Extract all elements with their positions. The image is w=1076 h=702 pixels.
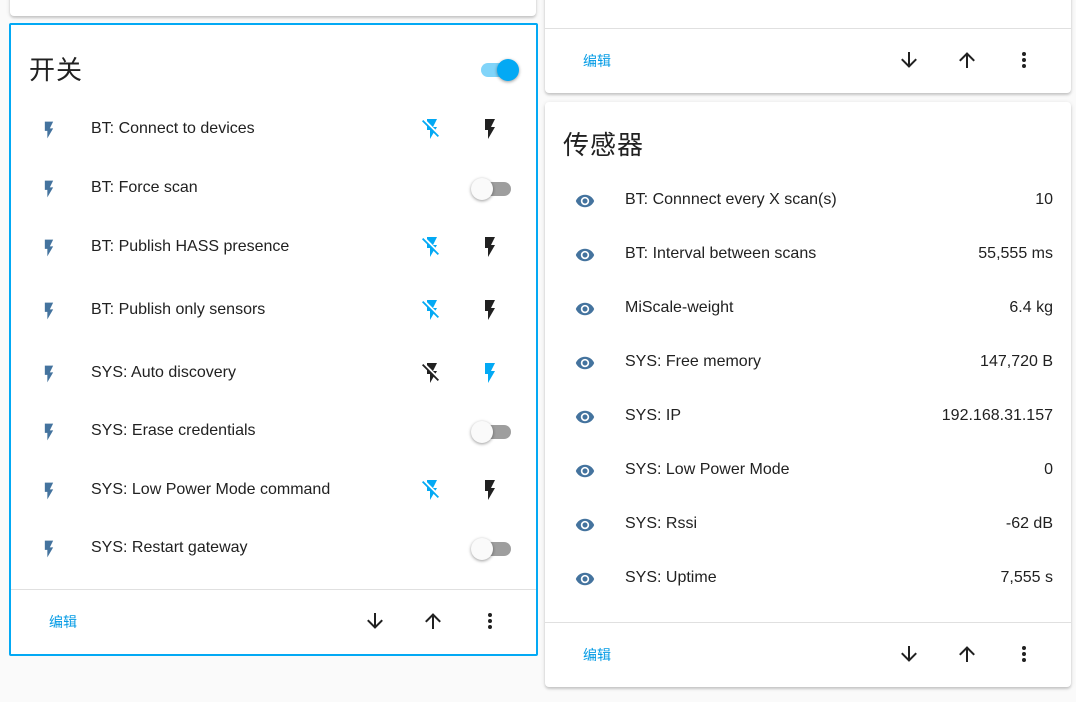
sensor-row-value: 6.4 kg: [1009, 299, 1053, 316]
sensor-row-value: 55,555 ms: [978, 245, 1053, 262]
eye-icon: [572, 407, 598, 427]
sensor-row-label: SYS: IP: [625, 407, 682, 424]
sensor-row-value: 7,555 s: [1000, 569, 1053, 586]
flash-off-icon[interactable]: [420, 234, 444, 260]
sensor-row[interactable]: SYS: IP 192.168.31.157: [545, 396, 1071, 436]
more-vert-icon[interactable]: [1012, 48, 1036, 72]
arrow-down-icon[interactable]: [363, 609, 387, 633]
arrow-up-icon[interactable]: [421, 609, 445, 633]
sensor-row-label: MiScale-weight: [625, 299, 734, 316]
flash-icon: [39, 117, 59, 143]
eye-icon: [572, 299, 598, 319]
flash-icon: [39, 419, 59, 445]
arrow-down-icon[interactable]: [897, 48, 921, 72]
more-vert-icon[interactable]: [478, 609, 502, 633]
sensor-row-label: SYS: Free memory: [625, 353, 762, 370]
switch-row-label: BT: Publish only sensors: [91, 301, 266, 318]
switch-row: SYS: Low Power Mode command: [11, 470, 536, 510]
eye-icon: [572, 245, 598, 265]
card-title: 开关: [29, 56, 84, 86]
toggle-thumb: [471, 178, 493, 200]
card-title: 传感器: [563, 131, 645, 161]
flash-icon[interactable]: [478, 297, 502, 323]
eye-icon: [572, 569, 598, 589]
switch-row-label: BT: Connect to devices: [91, 120, 255, 137]
flash-off-icon[interactable]: [420, 297, 444, 323]
switch-card[interactable]: 开关 BT: Connect to devices BT: Force scan B…: [9, 23, 538, 656]
sensor-row-label: SYS: Low Power Mode: [625, 461, 790, 478]
sensor-row-value: 10: [1035, 191, 1053, 208]
toggle-thumb: [497, 59, 519, 81]
sensor-row[interactable]: SYS: Free memory 147,720 B: [545, 342, 1071, 382]
sensor-row-value: 192.168.31.157: [941, 407, 1053, 424]
edit-button[interactable]: 编辑: [49, 612, 77, 632]
entity-toggle[interactable]: [471, 177, 513, 200]
switch-row-label: BT: Force scan: [91, 179, 198, 196]
switch-row-label: SYS: Restart gateway: [91, 539, 248, 556]
header-toggle[interactable]: [477, 58, 519, 81]
flash-icon[interactable]: [478, 116, 502, 142]
arrow-down-icon[interactable]: [897, 642, 921, 666]
flash-icon: [39, 235, 59, 261]
switch-row-label: SYS: Auto discovery: [91, 364, 236, 381]
eye-icon: [572, 515, 598, 535]
switch-row: BT: Publish only sensors: [11, 290, 536, 330]
flash-icon: [39, 478, 59, 504]
card-actions: 编辑: [545, 28, 1071, 93]
more-vert-icon[interactable]: [1012, 642, 1036, 666]
sensor-row-value: 0: [1044, 461, 1053, 478]
sensor-row-label: BT: Connnect every X scan(s): [625, 191, 837, 208]
sensor-row-label: BT: Interval between scans: [625, 245, 817, 262]
flash-icon[interactable]: [478, 234, 502, 260]
flash-icon[interactable]: [478, 477, 502, 503]
entity-toggle[interactable]: [471, 420, 513, 443]
eye-icon: [572, 353, 598, 373]
switch-row-label: SYS: Low Power Mode command: [91, 481, 331, 498]
switch-row: SYS: Restart gateway: [11, 528, 536, 568]
flash-off-icon[interactable]: [420, 360, 444, 386]
sensor-row-label: SYS: Rssi: [625, 515, 698, 532]
card-actions: 编辑: [11, 589, 536, 654]
eye-icon: [572, 191, 598, 211]
sensor-row[interactable]: MiScale-weight 6.4 kg: [545, 288, 1071, 328]
switch-row-label: SYS: Erase credentials: [91, 422, 256, 439]
sensor-card: 传感器 BT: Connnect every X scan(s) 10 BT: In…: [545, 102, 1071, 687]
entity-toggle[interactable]: [471, 537, 513, 560]
top-left-card: [10, 0, 536, 16]
edit-button[interactable]: 编辑: [583, 51, 611, 71]
card-actions: 编辑: [545, 622, 1071, 687]
flash-icon[interactable]: [478, 360, 502, 386]
sensor-row-value: 147,720 B: [980, 353, 1053, 370]
switch-row: SYS: Erase credentials: [11, 411, 536, 451]
arrow-up-icon[interactable]: [955, 48, 979, 72]
switch-row: BT: Connect to devices: [11, 109, 536, 149]
switch-row: BT: Force scan: [11, 168, 536, 208]
sensor-row-label: SYS: Uptime: [625, 569, 717, 586]
sensor-row[interactable]: SYS: Uptime 7,555 s: [545, 558, 1071, 598]
top-right-card: 编辑: [545, 0, 1071, 93]
sensor-row[interactable]: SYS: Low Power Mode 0: [545, 450, 1071, 490]
eye-icon: [572, 461, 598, 481]
flash-icon: [39, 361, 59, 387]
switch-row-label: BT: Publish HASS presence: [91, 238, 290, 255]
flash-off-icon[interactable]: [420, 116, 444, 142]
flash-off-icon[interactable]: [420, 477, 444, 503]
arrow-up-icon[interactable]: [955, 642, 979, 666]
switch-row: BT: Publish HASS presence: [11, 227, 536, 267]
sensor-row[interactable]: BT: Connnect every X scan(s) 10: [545, 180, 1071, 220]
flash-icon: [39, 176, 59, 202]
sensor-row[interactable]: SYS: Rssi -62 dB: [545, 504, 1071, 544]
edit-button[interactable]: 编辑: [583, 645, 611, 665]
flash-icon: [39, 536, 59, 562]
flash-icon: [39, 298, 59, 324]
toggle-thumb: [471, 421, 493, 443]
switch-row: SYS: Auto discovery: [11, 353, 536, 393]
toggle-thumb: [471, 538, 493, 560]
sensor-row[interactable]: BT: Interval between scans 55,555 ms: [545, 234, 1071, 274]
sensor-row-value: -62 dB: [1005, 515, 1053, 532]
